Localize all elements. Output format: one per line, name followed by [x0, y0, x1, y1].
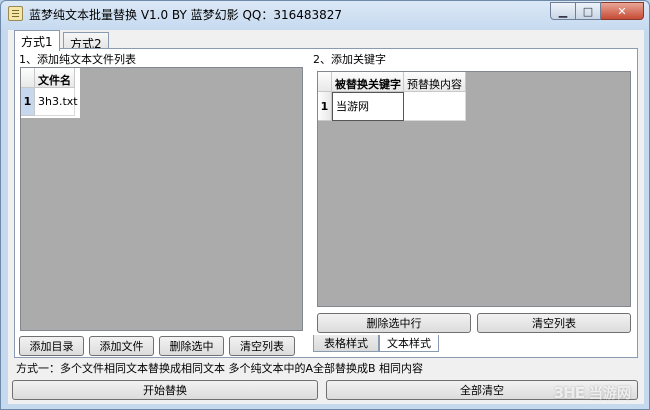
grid-corner: [21, 68, 35, 88]
keywords-panel-label: 2、添加关键字: [313, 53, 386, 66]
add-directory-button[interactable]: 添加目录: [19, 336, 84, 356]
watermark: 3HE 当游网: [554, 383, 631, 403]
notepad-icon: [8, 6, 23, 21]
clear-files-button[interactable]: 清空列表: [229, 336, 295, 356]
app-window: 蓝梦纯文本批量替换 V1.0 BY 蓝梦幻影 QQ：316483827 ▁ □ …: [0, 0, 650, 410]
mode-hint: 方式一：多个文件相同文本替换成相同文本 多个纯文本中的A全部替换成B 相同内容: [16, 362, 424, 375]
column-header-replace[interactable]: 预替换内容: [404, 72, 466, 92]
client-area: 方式1 方式2 1、添加纯文本文件列表 文件名 1 3h3.txt 添加目录 添…: [8, 30, 644, 404]
add-file-button[interactable]: 添加文件: [89, 336, 154, 356]
close-button[interactable]: ✕: [601, 2, 644, 20]
files-grid[interactable]: 文件名 1 3h3.txt: [20, 67, 303, 331]
maximize-icon: □: [582, 4, 594, 18]
keyword-replace-cell[interactable]: [404, 92, 466, 121]
tab-page-mode-1: 1、添加纯文本文件列表 文件名 1 3h3.txt 添加目录 添加文件 删除选中…: [14, 48, 638, 358]
start-replace-button[interactable]: 开始替换: [12, 380, 318, 400]
row-header-1[interactable]: 1: [21, 88, 35, 116]
keyword-find-cell[interactable]: 当游网: [332, 92, 404, 121]
column-header-filename[interactable]: 文件名: [35, 68, 75, 88]
window-controls: ▁ □ ✕: [550, 2, 644, 20]
window-title: 蓝梦纯文本批量替换 V1.0 BY 蓝梦幻影 QQ：316483827: [29, 8, 343, 22]
tab-mode-1[interactable]: 方式1: [14, 30, 60, 51]
row-header-1[interactable]: 1: [318, 92, 332, 121]
column-header-find[interactable]: 被替换关键字: [332, 72, 404, 92]
tab-text-style[interactable]: 文本样式: [379, 335, 439, 352]
delete-selected-row-button[interactable]: 删除选中行: [317, 313, 471, 333]
keywords-grid[interactable]: 被替换关键字 预替换内容 1 当游网: [317, 71, 631, 307]
clear-keywords-button[interactable]: 清空列表: [477, 313, 631, 333]
grid-corner: [318, 72, 332, 92]
tab-table-style[interactable]: 表格样式: [313, 335, 379, 352]
minimize-icon: ▁: [558, 4, 568, 18]
file-cell[interactable]: 3h3.txt: [35, 88, 78, 116]
watermark-logo: 3HE: [553, 384, 585, 402]
files-panel-label: 1、添加纯文本文件列表: [19, 53, 136, 66]
title-bar: 蓝梦纯文本批量替换 V1.0 BY 蓝梦幻影 QQ：316483827 ▁ □ …: [1, 1, 649, 27]
close-icon: ✕: [617, 4, 627, 18]
maximize-button[interactable]: □: [576, 2, 601, 20]
minimize-button[interactable]: ▁: [550, 2, 576, 20]
watermark-text: 当游网: [589, 386, 631, 402]
delete-selected-button[interactable]: 删除选中: [159, 336, 224, 356]
